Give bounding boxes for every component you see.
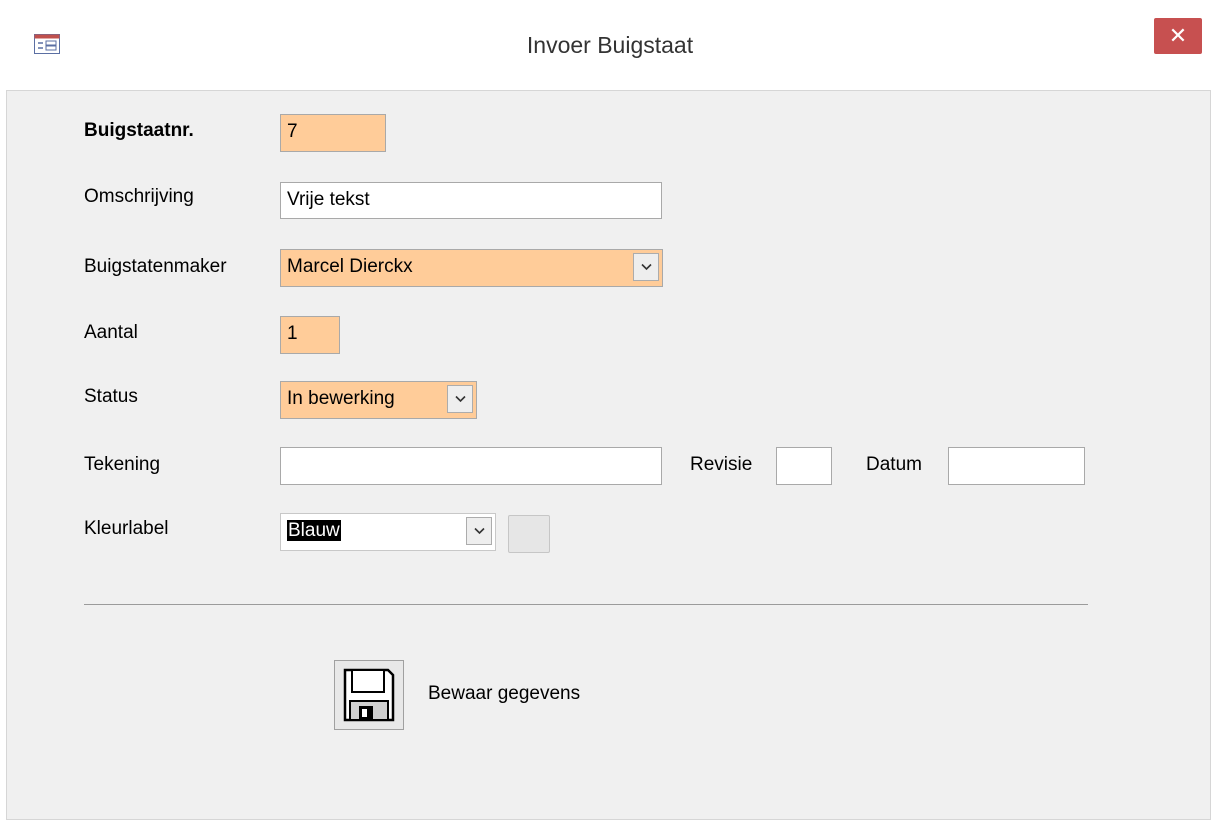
status-dropdown-button[interactable] (447, 385, 473, 413)
chevron-down-icon (474, 527, 485, 535)
datum-label: Datum (866, 454, 922, 475)
chevron-down-icon (641, 263, 652, 271)
floppy-disk-icon (343, 668, 395, 722)
revisie-field[interactable] (776, 447, 832, 485)
buigstatenmaker-combo[interactable]: Marcel Dierckx (280, 249, 663, 287)
kleurlabel-value: Blauw (287, 520, 341, 541)
buigstatenmaker-dropdown-button[interactable] (633, 253, 659, 281)
omschrijving-value: Vrije tekst (287, 189, 370, 210)
datum-field[interactable] (948, 447, 1085, 485)
revisie-label: Revisie (690, 454, 753, 475)
buigstaatnr-label: Buigstaatnr. (84, 120, 194, 141)
status-value: In bewerking (287, 388, 395, 409)
save-label[interactable]: Bewaar gegevens (428, 683, 580, 705)
buigstatenmaker-value: Marcel Dierckx (287, 256, 413, 277)
window-title: Invoer Buigstaat (526, 32, 694, 58)
status-label: Status (84, 386, 138, 407)
section-divider (84, 604, 1088, 605)
kleurlabel-color-swatch[interactable] (508, 515, 550, 553)
omschrijving-label: Omschrijving (84, 186, 194, 207)
close-icon: ✕ (1168, 23, 1188, 48)
buigstaatnr-value: 7 (287, 121, 298, 142)
status-combo[interactable]: In bewerking (280, 381, 477, 419)
aantal-field[interactable]: 1 (280, 316, 340, 354)
close-button[interactable]: ✕ (1154, 18, 1202, 54)
aantal-value: 1 (287, 323, 298, 344)
chevron-down-icon (455, 395, 466, 403)
aantal-label: Aantal (84, 322, 138, 343)
tekening-field[interactable] (280, 447, 662, 485)
tekening-label: Tekening (84, 454, 161, 475)
omschrijving-field[interactable]: Vrije tekst (280, 182, 662, 219)
buigstaatnr-field[interactable]: 7 (280, 114, 386, 152)
title-bar: Invoer Buigstaat ✕ (0, 0, 1220, 90)
buigstatenmaker-label: Buigstatenmaker (84, 256, 227, 277)
kleurlabel-label: Kleurlabel (84, 518, 169, 539)
kleurlabel-dropdown-button[interactable] (466, 517, 492, 545)
save-button[interactable] (334, 660, 404, 730)
form-window: Invoer Buigstaat ✕ Buigstaatnr. 7 Omschr… (0, 0, 1220, 826)
kleurlabel-combo[interactable]: Blauw (280, 513, 496, 551)
